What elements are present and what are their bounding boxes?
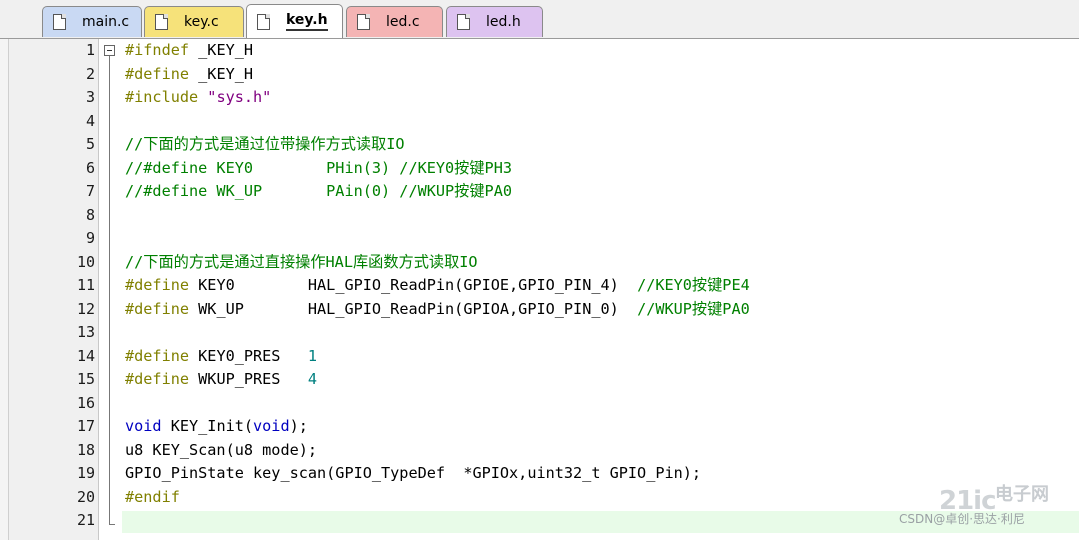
editor-tab-bar: main.c key.c key.h led.c led.h [0, 0, 1079, 39]
code-token: void [253, 417, 290, 435]
code-token: KEY_Init( [161, 417, 254, 435]
line-number: 16 [76, 393, 95, 412]
tab-label: led.h [486, 14, 521, 30]
code-token: WK_UP HAL_GPIO_ReadPin(GPIOA,GPIO_PIN_0) [189, 299, 638, 318]
code-line: 17 void KEY_Init(void); [0, 415, 1079, 439]
code-text[interactable]: #define KEY0 HAL_GPIO_ReadPin(GPIOE,GPIO… [125, 274, 750, 298]
tab-label: main.c [82, 14, 130, 30]
tab-label: key.c [184, 14, 219, 30]
tab-led-h[interactable]: led.h [446, 6, 543, 37]
code-line: 15 #define WKUP_PRES 4 [0, 368, 1079, 392]
line-number: 8 [85, 205, 95, 224]
code-token: #define [125, 346, 190, 365]
line-number: 14 [76, 346, 95, 365]
tab-led-c[interactable]: led.c [346, 6, 443, 37]
code-token: _KEY_H [189, 41, 254, 59]
line-number: 19 [76, 464, 95, 482]
watermark-logo-text: 电子网 [995, 484, 1049, 505]
code-line: 18 u8 KEY_Scan(u8 mode); [0, 439, 1079, 463]
code-editor[interactable]: 1 #ifndef _KEY_H 2 #define _KEY_H 3 #inc… [0, 39, 1079, 540]
code-token: WKUP_PRES [189, 370, 308, 388]
code-token: #ifndef [125, 41, 190, 59]
code-text[interactable]: //下面的方式是通过位带操作方式读取IO [125, 133, 405, 157]
tab-key-c[interactable]: key.c [144, 6, 244, 37]
code-line: 1 #ifndef _KEY_H [0, 39, 1079, 63]
tab-label: key.h [286, 12, 328, 31]
code-line: 13 [0, 321, 1079, 345]
code-token: KEY0_PRES [189, 346, 308, 365]
code-line: 14 #define KEY0_PRES 1 [0, 345, 1079, 369]
code-line: 11 #define KEY0 HAL_GPIO_ReadPin(GPIOE,G… [0, 274, 1079, 298]
line-number: 20 [76, 487, 95, 506]
line-number: 2 [85, 64, 95, 83]
code-text[interactable]: #define KEY0_PRES 1 [125, 345, 317, 369]
line-number: 10 [76, 252, 95, 271]
code-text[interactable]: void KEY_Init(void); [125, 415, 308, 439]
code-text[interactable]: #endif [125, 486, 180, 510]
line-number: 5 [85, 135, 95, 153]
line-number: 7 [85, 182, 95, 200]
file-icon [53, 14, 66, 30]
line-number: 9 [85, 229, 95, 247]
code-text[interactable]: u8 KEY_Scan(u8 mode); [125, 439, 317, 463]
code-line: 8 [0, 204, 1079, 228]
code-text[interactable]: //#define WK_UP PAin(0) //WKUP按键PA0 [125, 180, 512, 204]
code-line: 6 //#define KEY0 PHin(3) //KEY0按键PH3 [0, 157, 1079, 181]
line-number: 1 [85, 41, 95, 59]
code-token: #define [125, 276, 190, 294]
code-token: void [125, 417, 162, 435]
line-number: 3 [85, 88, 95, 106]
code-line: 7 //#define WK_UP PAin(0) //WKUP按键PA0 [0, 180, 1079, 204]
code-text[interactable]: #include "sys.h" [125, 86, 271, 110]
file-icon [155, 14, 168, 30]
code-line: 12 #define WK_UP HAL_GPIO_ReadPin(GPIOA,… [0, 298, 1079, 322]
code-text[interactable]: #define WK_UP HAL_GPIO_ReadPin(GPIOA,GPI… [125, 298, 750, 322]
code-token: //KEY0按键PE4 [637, 276, 750, 294]
line-number: 15 [76, 370, 95, 388]
code-line: 5 //下面的方式是通过位带操作方式读取IO [0, 133, 1079, 157]
code-token: #define [125, 370, 190, 388]
code-token: KEY0 HAL_GPIO_ReadPin(GPIOE,GPIO_PIN_4) [189, 276, 638, 294]
line-number: 13 [76, 323, 95, 341]
code-token: //WKUP按键PA0 [637, 299, 750, 318]
file-icon [357, 14, 370, 30]
code-token: ); [289, 417, 308, 435]
line-number: 6 [85, 158, 95, 177]
code-text[interactable]: //#define KEY0 PHin(3) //KEY0按键PH3 [125, 157, 512, 181]
line-number: 12 [76, 299, 95, 318]
watermark: 21ic 电子网 CSDN@卓创·思达·利尼 [899, 484, 1069, 534]
line-number: 21 [76, 511, 95, 529]
code-line: 9 [0, 227, 1079, 251]
code-text[interactable]: #ifndef _KEY_H [125, 39, 253, 63]
tab-key-h[interactable]: key.h [246, 4, 343, 38]
code-line: 4 [0, 110, 1079, 134]
code-token: _KEY_H [189, 64, 254, 83]
line-number: 17 [76, 417, 95, 435]
code-line: 19 GPIO_PinState key_scan(GPIO_TypeDef *… [0, 462, 1079, 486]
code-token: 1 [307, 346, 318, 365]
code-token: #include [125, 88, 199, 106]
code-text[interactable]: GPIO_PinState key_scan(GPIO_TypeDef *GPI… [125, 462, 701, 486]
file-icon [457, 14, 470, 30]
code-token: #define [125, 64, 190, 83]
line-number: 4 [85, 111, 95, 130]
code-line: 2 #define _KEY_H [0, 63, 1079, 87]
code-line: 3 #include "sys.h" [0, 86, 1079, 110]
code-text[interactable]: //下面的方式是通过直接操作HAL库函数方式读取IO [125, 251, 478, 275]
line-number: 18 [76, 440, 95, 459]
file-icon [257, 13, 270, 30]
watermark-text: CSDN@卓创·思达·利尼 [899, 512, 1025, 526]
tab-main-c[interactable]: main.c [42, 6, 142, 37]
line-number: 11 [76, 276, 95, 294]
code-line: 16 [0, 392, 1079, 416]
code-token: 4 [307, 370, 318, 388]
code-line: 10 //下面的方式是通过直接操作HAL库函数方式读取IO [0, 251, 1079, 275]
code-text[interactable]: #define _KEY_H [125, 63, 253, 87]
code-text[interactable]: #define WKUP_PRES 4 [125, 368, 317, 392]
tab-label: led.c [386, 14, 420, 30]
code-token: "sys.h" [198, 88, 272, 106]
code-token: #define [125, 299, 190, 318]
